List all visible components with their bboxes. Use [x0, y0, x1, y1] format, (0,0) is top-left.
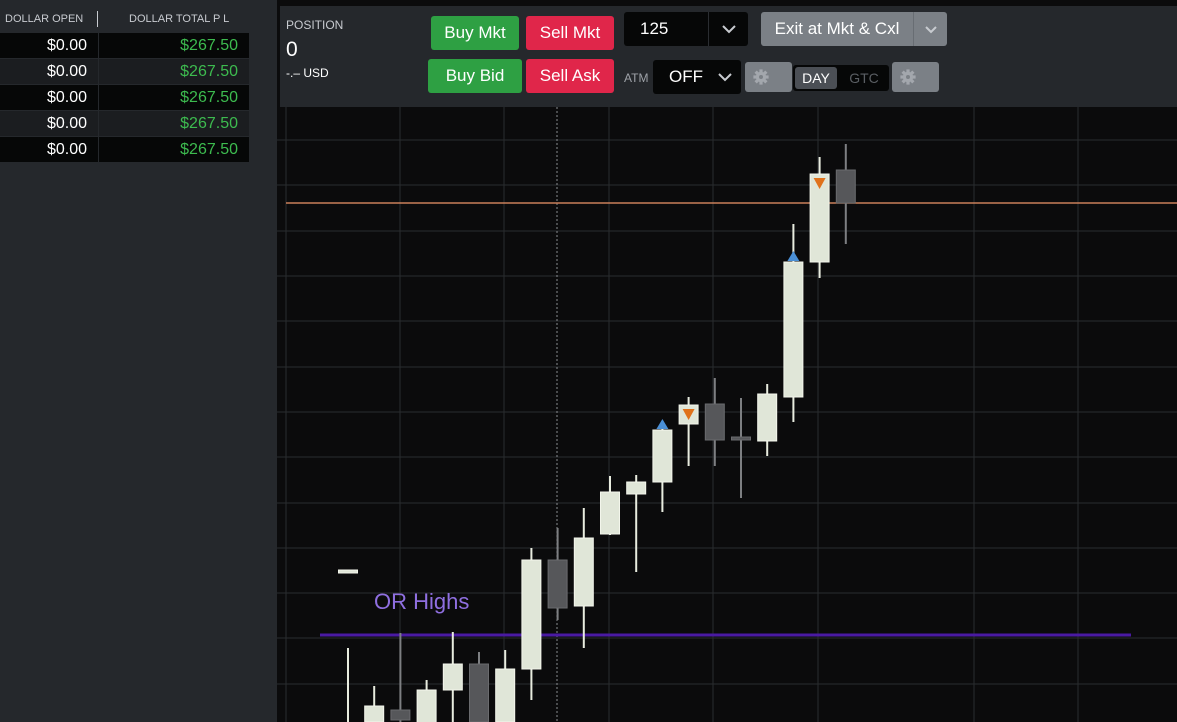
col-dollar-total-pl-header[interactable]: DOLLAR TOTAL P L	[129, 13, 229, 25]
exit-options-dropdown-toggle[interactable]	[913, 12, 947, 46]
candle-body[interactable]	[783, 261, 804, 398]
exit-button-label: Exit at Mkt & Cxl	[774, 19, 900, 38]
dollar-total-pl-cell: $267.50	[99, 111, 249, 136]
sell-ask-button[interactable]: Sell Ask	[526, 59, 614, 93]
buy-market-button[interactable]: Buy Mkt	[431, 16, 519, 50]
price-chart[interactable]: OR Highs	[277, 107, 1177, 722]
candle-body[interactable]	[364, 705, 385, 722]
dollar-open-cell: $0.00	[0, 137, 98, 162]
order-entry-bar: POSITION 0 -.– USD Buy Mkt Sell Mkt Buy …	[280, 6, 1177, 107]
dollar-open-cell: $0.00	[0, 33, 98, 58]
time-in-force-toggle: DAY GTC	[793, 65, 889, 91]
candle-body[interactable]	[469, 663, 489, 722]
atm-settings-button[interactable]	[745, 62, 792, 92]
candle-body[interactable]	[338, 569, 358, 574]
candle-body[interactable]	[442, 663, 463, 691]
chevron-down-icon	[722, 25, 736, 34]
candle-body[interactable]	[731, 436, 751, 441]
candle-body[interactable]	[835, 169, 856, 204]
sell-market-button[interactable]: Sell Mkt	[526, 16, 614, 50]
table-row[interactable]: $0.00 $267.50	[0, 59, 249, 84]
candle-body[interactable]	[652, 429, 673, 483]
pl-table-header: DOLLAR OPEN DOLLAR TOTAL P L	[0, 6, 249, 32]
table-row[interactable]: $0.00 $267.50	[0, 111, 249, 136]
dollar-total-pl-cell: $267.50	[99, 33, 249, 58]
dollar-total-pl-cell: $267.50	[99, 85, 249, 110]
candle-body[interactable]	[704, 403, 725, 441]
atm-strategy-value: OFF	[669, 67, 703, 86]
gear-icon	[753, 69, 769, 85]
candle-body[interactable]	[495, 668, 516, 722]
candlestick-chart[interactable]: OR Highs	[277, 107, 1177, 722]
exit-at-market-cancel-button[interactable]: Exit at Mkt & Cxl	[761, 12, 947, 46]
atm-strategy-selector[interactable]: OFF	[653, 60, 741, 94]
dollar-total-pl-cell: $267.50	[99, 137, 249, 162]
table-row[interactable]: $0.00 $267.50	[0, 33, 249, 58]
atm-dropdown-toggle[interactable]	[709, 60, 741, 94]
candle-body[interactable]	[521, 559, 542, 670]
dollar-open-cell: $0.00	[0, 59, 98, 84]
candle-body[interactable]	[626, 481, 647, 495]
position-usd-value: -.– USD	[286, 66, 329, 80]
position-label: POSITION	[286, 18, 344, 32]
candle-body[interactable]	[390, 709, 411, 721]
chevron-down-icon	[718, 73, 732, 82]
gear-icon	[900, 69, 916, 85]
candle-body[interactable]	[573, 537, 594, 607]
position-value: 0	[286, 38, 298, 61]
dollar-total-pl-cell: $267.50	[99, 59, 249, 84]
tif-settings-button[interactable]	[892, 62, 939, 92]
buy-bid-button[interactable]: Buy Bid	[428, 59, 522, 93]
table-row[interactable]: $0.00 $267.50	[0, 85, 249, 110]
candle-body[interactable]	[416, 689, 437, 722]
quantity-dropdown-toggle[interactable]	[708, 12, 748, 46]
tif-gtc-option[interactable]: GTC	[843, 67, 885, 89]
col-dollar-open-header[interactable]: DOLLAR OPEN	[5, 13, 83, 25]
column-resize-handle[interactable]	[97, 11, 98, 27]
quantity-selector[interactable]: 125	[624, 12, 748, 46]
candle-body[interactable]	[757, 393, 778, 442]
tif-day-option[interactable]: DAY	[795, 67, 837, 89]
chevron-down-icon	[925, 26, 937, 34]
dollar-open-cell: $0.00	[0, 111, 98, 136]
pl-panel: DOLLAR OPEN DOLLAR TOTAL P L $0.00 $267.…	[0, 0, 277, 722]
dollar-open-cell: $0.00	[0, 85, 98, 110]
candle-body[interactable]	[547, 559, 568, 609]
quantity-value: 125	[640, 19, 669, 38]
table-row[interactable]: $0.00 $267.50	[0, 137, 249, 162]
candle-body[interactable]	[600, 491, 620, 535]
atm-label: ATM	[624, 71, 649, 85]
or-highs-label: OR Highs	[374, 589, 469, 614]
